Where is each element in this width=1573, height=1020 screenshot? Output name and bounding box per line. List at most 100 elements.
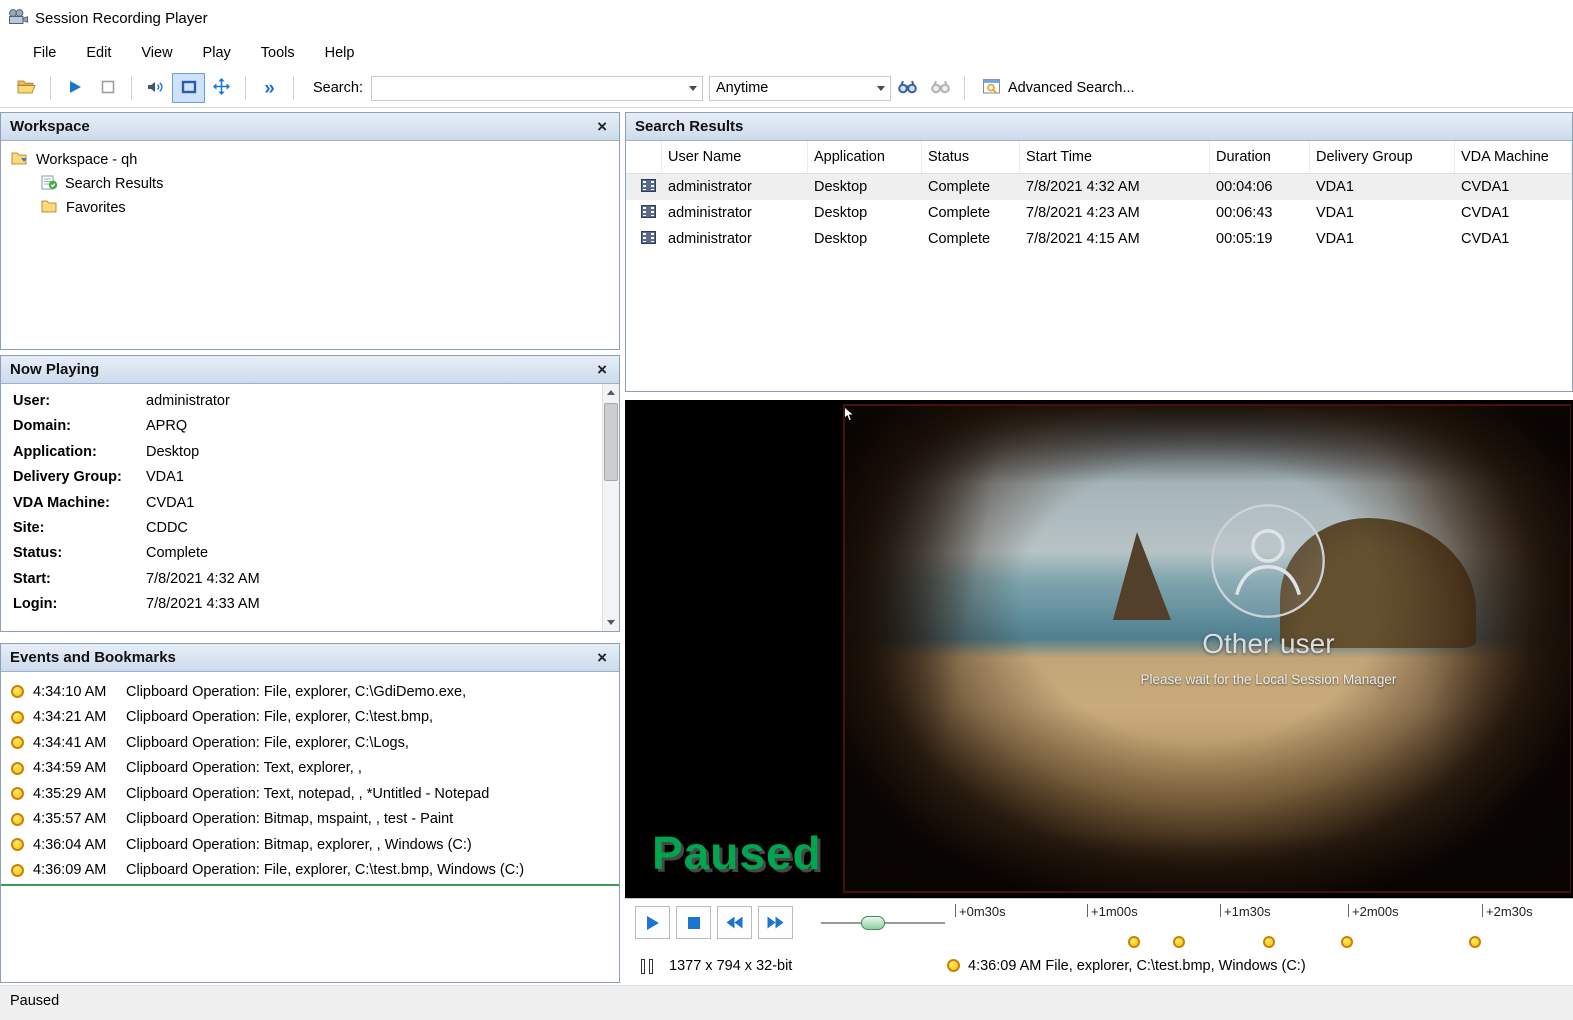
table-row[interactable]: administrator Desktop Complete 7/8/2021 …: [626, 200, 1572, 226]
column-delivery-group[interactable]: Delivery Group: [1310, 141, 1455, 173]
cell-user-name: administrator: [662, 231, 808, 247]
event-icon: [11, 736, 24, 749]
toolbar-frame-button[interactable]: [91, 73, 124, 103]
current-event-icon: [947, 959, 960, 972]
cell-delivery-group: VDA1: [1310, 179, 1455, 195]
other-user-label[interactable]: Other user: [1058, 628, 1478, 660]
menu-view[interactable]: View: [126, 39, 187, 67]
table-row[interactable]: administrator Desktop Complete 7/8/2021 …: [626, 174, 1572, 200]
event-marker[interactable]: [1263, 936, 1275, 948]
cell-vda-machine: CVDA1: [1455, 179, 1572, 195]
player-viewport[interactable]: Other user Please wait for the Local Ses…: [625, 400, 1573, 898]
events-list: 4:34:10 AMClipboard Operation: File, exp…: [1, 672, 619, 886]
tree-item-favorites[interactable]: Favorites: [11, 196, 619, 220]
slider-handle[interactable]: [861, 916, 885, 930]
column-icon: [626, 141, 662, 173]
timeline-mark: +0m30s: [955, 904, 1006, 919]
menu-file[interactable]: File: [18, 39, 71, 67]
field-row: Site:CDDC: [13, 520, 619, 545]
events-panel-header: Events and Bookmarks ×: [1, 644, 619, 672]
event-icon: [11, 813, 24, 826]
close-icon[interactable]: ×: [594, 649, 610, 666]
event-icon: [11, 787, 24, 800]
cell-vda-machine: CVDA1: [1455, 205, 1572, 221]
advanced-search-button[interactable]: Advanced Search...: [972, 74, 1146, 103]
cell-user-name: administrator: [662, 179, 808, 195]
table-row[interactable]: administrator Desktop Complete 7/8/2021 …: [626, 226, 1572, 252]
event-item[interactable]: 4:35:29 AMClipboard Operation: Text, not…: [1, 781, 619, 807]
current-event-label: 4:36:09 AM File, explorer, C:\test.bmp, …: [968, 958, 1306, 974]
column-start-time[interactable]: Start Time: [1020, 141, 1210, 173]
search-down-button[interactable]: [891, 73, 924, 103]
event-marker[interactable]: [1341, 936, 1353, 948]
fit-screen-button[interactable]: [172, 73, 205, 103]
event-marker[interactable]: [1173, 936, 1185, 948]
event-item[interactable]: 4:36:09 AMClipboard Operation: File, exp…: [1, 858, 619, 884]
time-filter-combobox[interactable]: Anytime: [709, 76, 891, 101]
toolbar-separator: [50, 76, 51, 100]
menu-help[interactable]: Help: [310, 39, 370, 67]
column-application[interactable]: Application: [808, 141, 922, 173]
player-play-button[interactable]: [635, 906, 670, 939]
search-dropdown-arrow-icon[interactable]: [684, 77, 702, 100]
search-input[interactable]: [378, 77, 684, 100]
scroll-up-icon[interactable]: [603, 384, 619, 401]
chevrons-icon: »: [264, 79, 275, 98]
field-row: VDA Machine:CVDA1: [13, 495, 619, 520]
now-playing-panel-title: Now Playing: [10, 361, 99, 378]
event-marker[interactable]: [1128, 936, 1140, 948]
player-fastforward-button[interactable]: [758, 906, 793, 939]
audio-button[interactable]: [139, 73, 172, 103]
event-item[interactable]: 4:34:10 AMClipboard Operation: File, exp…: [1, 679, 619, 705]
open-file-button[interactable]: [10, 73, 43, 103]
workspace-tree: Workspace - qh Search Results: [1, 141, 619, 220]
now-playing-scrollbar[interactable]: [602, 384, 619, 631]
field-row: Domain:APRQ: [13, 418, 619, 443]
close-icon[interactable]: ×: [594, 118, 610, 135]
cell-user-name: administrator: [662, 205, 808, 221]
event-item[interactable]: 4:36:04 AMClipboard Operation: Bitmap, e…: [1, 832, 619, 858]
more-tools-button[interactable]: »: [253, 73, 286, 103]
menu-bar: File Edit View Play Tools Help: [0, 36, 1573, 69]
cell-status: Complete: [922, 231, 1020, 247]
menu-tools[interactable]: Tools: [246, 39, 310, 67]
play-icon: [645, 915, 660, 931]
binoculars-disabled-icon: [931, 80, 950, 97]
scroll-down-icon[interactable]: [603, 614, 619, 631]
column-user-name[interactable]: User Name: [662, 141, 808, 173]
menu-edit[interactable]: Edit: [71, 39, 126, 67]
column-duration[interactable]: Duration: [1210, 141, 1310, 173]
workspace-root-node[interactable]: Workspace - qh: [11, 148, 619, 172]
scrollbar-thumb[interactable]: [604, 403, 618, 481]
binoculars-icon: [898, 80, 917, 97]
close-icon[interactable]: ×: [594, 361, 610, 378]
speed-slider[interactable]: [821, 912, 945, 934]
column-vda-machine[interactable]: VDA Machine: [1455, 141, 1572, 173]
event-icon: [11, 711, 24, 724]
toolbar-play-button[interactable]: [58, 73, 91, 103]
toolbar-separator: [293, 76, 294, 100]
menu-play[interactable]: Play: [188, 39, 246, 67]
pause-state-icon: [641, 959, 653, 974]
cell-application: Desktop: [808, 231, 922, 247]
time-filter-dropdown-arrow-icon[interactable]: [872, 77, 890, 100]
tree-item-label: Favorites: [66, 200, 126, 216]
event-marker[interactable]: [1469, 936, 1481, 948]
search-combobox[interactable]: [371, 76, 703, 101]
player-rewind-button[interactable]: [717, 906, 752, 939]
search-up-button[interactable]: [924, 73, 957, 103]
event-item[interactable]: 4:35:57 AMClipboard Operation: Bitmap, m…: [1, 807, 619, 833]
recorded-screen: Other user Please wait for the Local Ses…: [843, 404, 1571, 893]
event-item[interactable]: 4:34:21 AMClipboard Operation: File, exp…: [1, 705, 619, 731]
now-playing-panel: Now Playing × User:administrator Domain:…: [0, 355, 620, 632]
player-stop-button[interactable]: [676, 906, 711, 939]
field-row: Delivery Group:VDA1: [13, 469, 619, 494]
column-status[interactable]: Status: [922, 141, 1020, 173]
event-item[interactable]: 4:34:41 AMClipboard Operation: File, exp…: [1, 730, 619, 756]
pan-button[interactable]: [205, 73, 238, 103]
event-item[interactable]: 4:34:59 AMClipboard Operation: Text, exp…: [1, 756, 619, 782]
field-row: Status:Complete: [13, 545, 619, 570]
event-icon: [11, 838, 24, 851]
now-playing-content: User:administrator Domain:APRQ Applicati…: [1, 384, 619, 631]
tree-item-search-results[interactable]: Search Results: [11, 172, 619, 196]
